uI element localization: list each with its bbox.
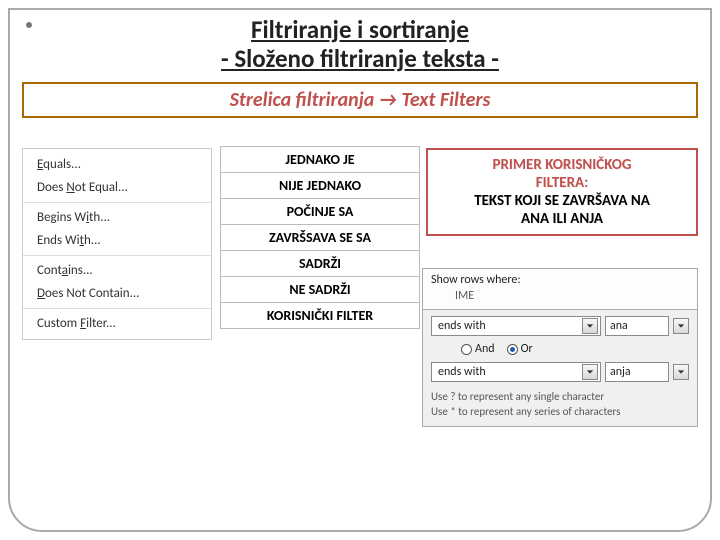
menu-separator [23, 202, 211, 203]
menu-item-ends-with[interactable]: Ends With... [23, 229, 211, 252]
menu-item-does-not-equal[interactable]: Does Not Equal... [23, 176, 211, 199]
panel-body: ends with ana And Or ends with anja [423, 310, 697, 426]
title: Filtriranje i sortiranje - Složeno filtr… [10, 16, 710, 74]
menu-separator [23, 255, 211, 256]
panel-header: Show rows where: IME [423, 269, 697, 310]
slide-frame: Filtriranje i sortiranje - Složeno filtr… [8, 8, 712, 532]
translation-row: ZAVRŠSAVA SE SA [221, 225, 419, 251]
menu-item-begins-with[interactable]: Begins With... [23, 206, 211, 229]
translation-row: JEDNAKO JE [221, 147, 419, 173]
subtitle: Strelica filtriranja → Text Filters [230, 88, 491, 112]
translation-row: SADRŽI [221, 251, 419, 277]
example-line: ANA ILI ANJA [432, 210, 692, 228]
operator-1-value: ends with [438, 319, 486, 333]
title-line1: Filtriranje i sortiranje [251, 14, 469, 45]
translation-row: NIJE JEDNAKO [221, 173, 419, 199]
translation-row: KORISNIČKI FILTER [221, 303, 419, 328]
chevron-down-icon[interactable] [582, 318, 598, 334]
translation-row: NE SADRŽI [221, 277, 419, 303]
show-rows-label: Show rows where: [431, 273, 689, 287]
menu-separator [23, 308, 211, 309]
filter-row-2: ends with anja [431, 362, 689, 382]
example-line: TEKST KOJI SE ZAVRŠAVA NA [432, 192, 692, 210]
operator-2-value: ends with [438, 365, 486, 379]
custom-autofilter-panel: Show rows where: IME ends with ana And O… [422, 268, 698, 427]
example-line: PRIMER KORISNIČKOG [432, 156, 692, 174]
text-filters-menu[interactable]: Equals... Does Not Equal... Begins With.… [22, 148, 212, 340]
operator-2-select[interactable]: ends with [431, 362, 601, 382]
chevron-down-icon[interactable] [673, 364, 689, 380]
operator-1-select[interactable]: ends with [431, 316, 601, 336]
menu-item-custom-filter[interactable]: Custom Filter... [23, 312, 211, 335]
example-line: FILTERA: [432, 174, 692, 192]
field-name: IME [431, 287, 689, 305]
filter-row-1: ends with ana [431, 316, 689, 336]
hint-text: Use ? to represent any single character … [431, 388, 689, 420]
menu-item-equals[interactable]: Equals... [23, 153, 211, 176]
subtitle-box: Strelica filtriranja → Text Filters [22, 82, 698, 118]
and-radio[interactable]: And [461, 342, 495, 356]
example-box: PRIMER KORISNIČKOG FILTERA: TEKST KOJI S… [426, 148, 698, 236]
title-line2: - Složeno filtriranje teksta - [221, 43, 499, 74]
translation-table: JEDNAKO JE NIJE JEDNAKO POČINJE SA ZAVRŠ… [220, 146, 420, 329]
menu-item-does-not-contain[interactable]: Does Not Contain... [23, 282, 211, 305]
translation-row: POČINJE SA [221, 199, 419, 225]
and-or-radio-group: And Or [461, 342, 689, 356]
chevron-down-icon[interactable] [582, 364, 598, 380]
menu-item-contains[interactable]: Contains... [23, 259, 211, 282]
radio-icon [461, 344, 472, 355]
value-1-input[interactable]: ana [605, 316, 669, 336]
chevron-down-icon[interactable] [673, 318, 689, 334]
content-area: Equals... Does Not Equal... Begins With.… [22, 138, 698, 516]
value-2-input[interactable]: anja [605, 362, 669, 382]
radio-icon [507, 344, 518, 355]
or-radio[interactable]: Or [507, 342, 533, 356]
